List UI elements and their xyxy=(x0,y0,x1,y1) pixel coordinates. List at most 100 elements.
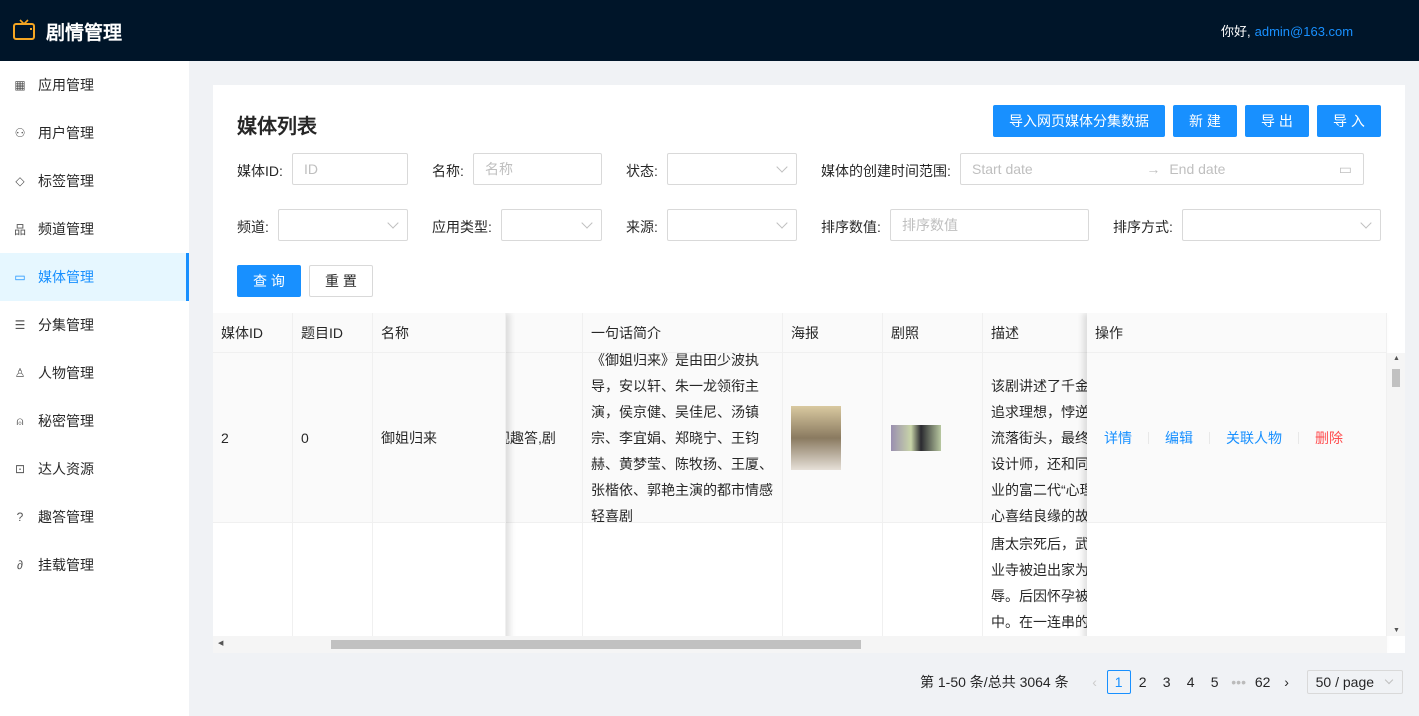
greeting-text: 你好, xyxy=(1221,24,1251,39)
page-1[interactable]: 2 xyxy=(1131,670,1155,694)
start-date-input[interactable]: Start date xyxy=(972,161,1146,177)
chevron-down-icon xyxy=(581,217,593,229)
tv-logo-icon xyxy=(13,19,35,40)
media-id-input[interactable]: ID xyxy=(292,153,408,185)
cell-name: 御姐归来 xyxy=(373,353,506,523)
paperclip-icon: ∂ xyxy=(17,558,23,572)
sidebar-item-label: 人物管理 xyxy=(38,365,94,381)
import-button[interactable]: 导 入 xyxy=(1317,105,1381,137)
related-person-link[interactable]: 关联人物 xyxy=(1226,428,1282,448)
sort-method-select[interactable] xyxy=(1182,209,1381,241)
scroll-left-icon[interactable]: ◀ xyxy=(218,639,223,647)
horizontal-scrollbar[interactable]: ◀ xyxy=(213,636,1387,653)
sidebar-item-1[interactable]: ⚇ 用户管理 xyxy=(0,109,189,157)
sidebar-item-10[interactable]: ∂ 挂载管理 xyxy=(0,541,189,589)
horizontal-scroll-thumb[interactable] xyxy=(331,640,861,649)
chevron-down-icon xyxy=(1360,217,1372,229)
chevron-down-icon xyxy=(776,161,788,173)
vertical-scrollbar[interactable]: ▲ ▼ xyxy=(1387,353,1405,636)
cell-poster xyxy=(783,523,883,653)
col-header-partial xyxy=(506,313,583,353)
users-icon: ⚇ xyxy=(14,126,26,140)
cell-name xyxy=(373,523,506,653)
sidebar-item-3[interactable]: 品频道管理 xyxy=(0,205,189,253)
sidebar-item-label: 标签管理 xyxy=(38,173,94,189)
cell-poster xyxy=(783,353,883,523)
col-header-description: 描述 xyxy=(983,313,1103,353)
scroll-up-icon[interactable]: ▲ xyxy=(1393,355,1400,362)
page-title: 媒体列表 xyxy=(237,116,317,138)
sidebar-item-2[interactable]: ◇ 标签管理 xyxy=(0,157,189,205)
date-range-picker[interactable]: Start date → End date ▭ xyxy=(960,153,1364,185)
cell-description: 该剧讲述了千金追求理想，悖逆流落街头，最终设计师，还和同业的富二代“心理心喜结良… xyxy=(983,353,1103,523)
col-header-name: 名称 xyxy=(373,313,506,353)
reset-button[interactable]: 重 置 xyxy=(309,265,373,297)
app-type-label: 应用类型: xyxy=(432,219,492,235)
still-image[interactable] xyxy=(891,424,941,451)
prev-page-icon[interactable]: ‹ xyxy=(1083,670,1107,694)
name-label: 名称: xyxy=(432,163,464,179)
status-label: 状态: xyxy=(626,163,658,179)
list-icon: ☰ xyxy=(14,318,26,332)
tag-icon: ◇ xyxy=(15,174,25,188)
chevron-down-icon xyxy=(776,217,788,229)
page-3[interactable]: 4 xyxy=(1179,670,1203,694)
page-0[interactable]: 1 xyxy=(1106,670,1131,694)
col-header-still: 剧照 xyxy=(883,313,983,353)
user-greeting: 你好, admin@163.com xyxy=(1221,21,1353,40)
cell-actions xyxy=(1087,523,1387,653)
chevron-down-icon xyxy=(1384,675,1393,685)
page-size-value: 50 / page xyxy=(1315,674,1375,690)
new-button[interactable]: 新 建 xyxy=(1173,105,1237,137)
edit-link[interactable]: 编辑 xyxy=(1165,428,1193,448)
sidebar-item-0[interactable]: ▦ 应用管理 xyxy=(0,61,189,109)
date-range-label: 媒体的创建时间范围: xyxy=(821,163,951,179)
sidebar-item-label: 趣答管理 xyxy=(38,509,94,525)
col-header-media-id: 媒体ID xyxy=(213,313,293,353)
cell-partial xyxy=(506,523,583,653)
sidebar-item-4[interactable]: ▭ 媒体管理 xyxy=(0,253,189,301)
query-button[interactable]: 查 询 xyxy=(237,265,301,297)
detail-link[interactable]: 详情 xyxy=(1104,428,1132,448)
user-link[interactable]: admin@163.com xyxy=(1255,24,1353,39)
col-header-actions: 操作 xyxy=(1087,313,1387,353)
page-size-select[interactable]: 50 / page xyxy=(1306,670,1403,694)
question-icon: ? xyxy=(16,510,24,524)
status-select[interactable] xyxy=(667,153,797,185)
media-icon: ▭ xyxy=(14,270,26,284)
page-6[interactable]: 62 xyxy=(1251,670,1275,694)
page-4[interactable]: 5 xyxy=(1203,670,1227,694)
grid-icon: ▦ xyxy=(14,78,26,92)
sidebar-item-5[interactable]: ☰ 分集管理 xyxy=(0,301,189,349)
vertical-scroll-thumb[interactable] xyxy=(1392,369,1400,387)
sidebar-item-9[interactable]: ? 趣答管理 xyxy=(0,493,189,541)
sidebar-item-label: 秘密管理 xyxy=(38,413,94,429)
cell-still xyxy=(883,523,983,653)
cell-summary: 《御姐归来》是由田少波执导，安以轩、朱一龙领衔主演，侯京健、吴佳尼、汤镇宗、李宜… xyxy=(583,353,783,523)
poster-image[interactable] xyxy=(791,405,841,470)
sidebar-item-7[interactable]: ⍝ 秘密管理 xyxy=(0,397,189,445)
delete-link[interactable]: 删除 xyxy=(1315,428,1343,448)
cell-question-id xyxy=(293,523,373,653)
sidebar-item-6[interactable]: ♙ 人物管理 xyxy=(0,349,189,397)
next-page-icon[interactable]: › xyxy=(1275,670,1299,694)
sort-value-input[interactable]: 排序数值 xyxy=(890,209,1089,241)
name-input[interactable]: 名称 xyxy=(473,153,602,185)
app-title: 剧情管理 xyxy=(46,23,123,44)
page-2[interactable]: 3 xyxy=(1155,670,1179,694)
sidebar: ▦ 应用管理 ⚇ 用户管理 ◇ 标签管理品频道管理 ▭ 媒体管理 ☰ 分集管理 ♙ 人物管理 ⍝ 秘密管理… xyxy=(0,61,189,716)
sidebar-item-label: 挂载管理 xyxy=(38,557,94,573)
channel-select[interactable] xyxy=(278,209,408,241)
top-header: 剧情管理 你好, admin@163.com xyxy=(0,0,1419,61)
channel-label: 频道: xyxy=(237,219,269,235)
scroll-down-icon[interactable]: ▼ xyxy=(1393,627,1400,634)
export-button[interactable]: 导 出 xyxy=(1245,105,1309,137)
sidebar-item-8[interactable]: ⊡ 达人资源 xyxy=(0,445,189,493)
fixed-left-columns: 媒体ID 题目ID 名称 2 0 御姐归来 xyxy=(213,313,506,653)
import-web-button[interactable]: 导入网页媒体分集数据 xyxy=(993,105,1165,137)
end-date-input[interactable]: End date xyxy=(1169,161,1338,177)
page-5[interactable]: ••• xyxy=(1227,670,1251,694)
cell-media-id: 2 xyxy=(213,353,293,523)
source-select[interactable] xyxy=(667,209,797,241)
app-type-select[interactable] xyxy=(501,209,602,241)
